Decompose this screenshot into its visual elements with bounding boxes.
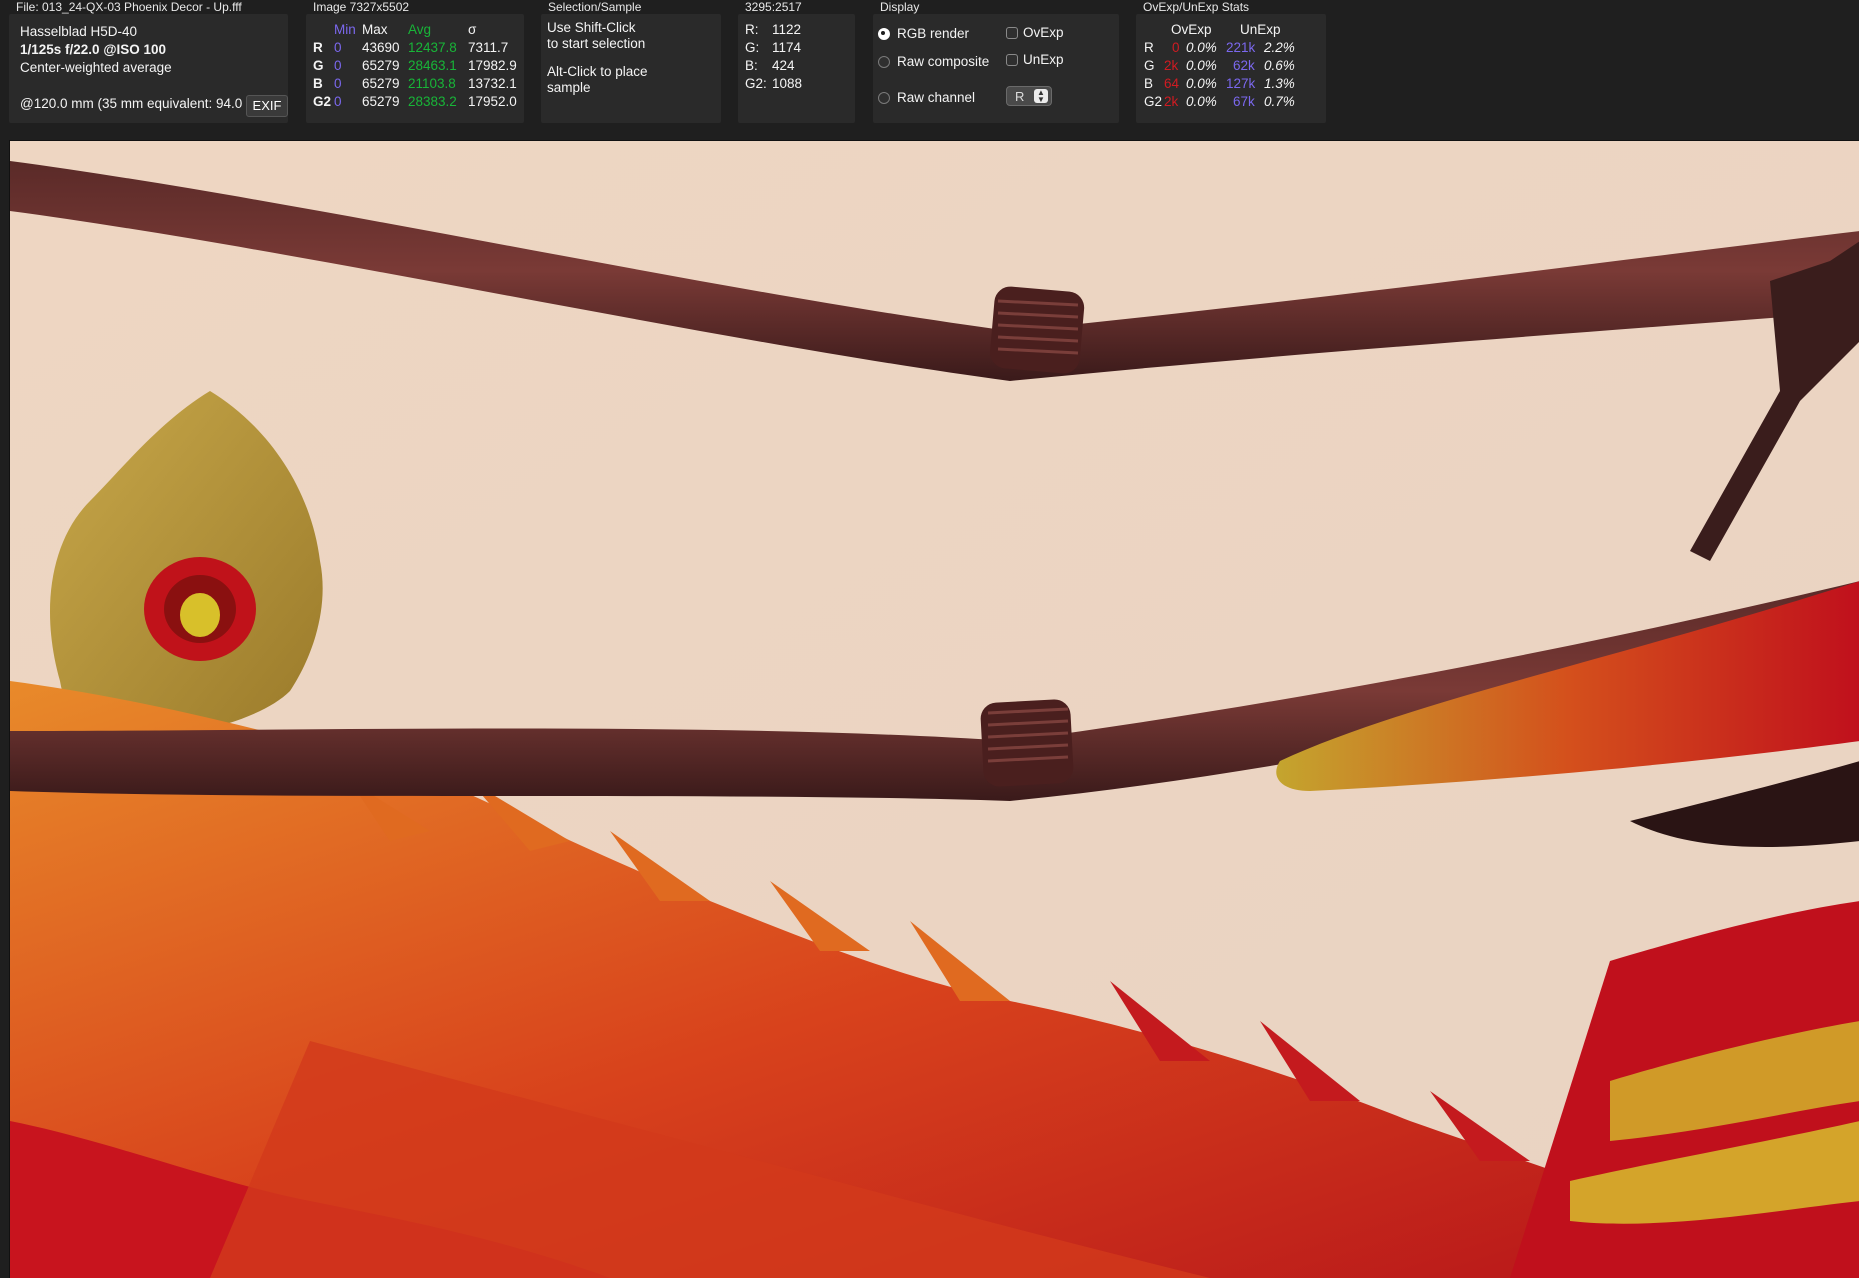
rgb-render-radio[interactable]: [878, 28, 890, 40]
avg-header: Avg: [408, 22, 432, 37]
raw-composite-label[interactable]: Raw composite: [897, 54, 989, 69]
max-value: 43690: [362, 40, 400, 55]
sample-label: G:: [745, 40, 760, 55]
raw-composite-radio[interactable]: [878, 56, 890, 68]
selection-hint-line: Use Shift-Click: [547, 20, 636, 35]
unexp-header: UnExp: [1240, 22, 1281, 37]
channel-label: R: [313, 40, 323, 55]
max-value: 65279: [362, 76, 400, 91]
metering-mode: Center-weighted average: [20, 60, 172, 75]
min-value: 0: [334, 94, 342, 109]
sample-value: 424: [772, 58, 795, 73]
ovexp-checkbox[interactable]: [1006, 27, 1018, 39]
un-percent: 0.7%: [1264, 94, 1295, 109]
avg-value: 28383.2: [408, 94, 457, 109]
avg-value: 28463.1: [408, 58, 457, 73]
selection-hint-line: to start selection: [547, 36, 646, 51]
channel-select-value: R: [1015, 89, 1025, 104]
ov-percent: 0.0%: [1186, 40, 1217, 55]
max-value: 65279: [362, 94, 400, 109]
un-count: 67k: [1233, 94, 1255, 109]
sample-label: G2:: [745, 76, 767, 91]
sigma-value: 17982.9: [468, 58, 517, 73]
sample-value: 1174: [772, 40, 802, 55]
channel-label: G: [313, 58, 324, 73]
stats-channel: R: [1144, 40, 1154, 55]
unexp-checkbox[interactable]: [1006, 54, 1018, 66]
unexp-label[interactable]: UnExp: [1023, 52, 1064, 67]
image-section-title: Image 7327x5502: [313, 0, 410, 14]
display-section-title: Display: [880, 0, 920, 14]
ov-percent: 0.0%: [1186, 76, 1217, 91]
channel-select[interactable]: R ▲ ▼: [1006, 86, 1052, 106]
stats-channel: B: [1144, 76, 1154, 91]
avg-value: 12437.8: [408, 40, 457, 55]
ov-percent: 0.0%: [1186, 58, 1217, 73]
sample-label: B:: [745, 58, 758, 73]
stats-channel: G: [1144, 58, 1155, 73]
image-stats-panel: Min Max Avg σ R 0 43690 12437.8 7311.7 G…: [306, 14, 524, 123]
sample-value: 1088: [772, 76, 803, 91]
file-section-title: File: 013_24-QX-03 Phoenix Decor - Up.ff…: [16, 0, 242, 14]
image-viewer[interactable]: [9, 140, 1859, 1278]
raw-channel-label[interactable]: Raw channel: [897, 90, 975, 105]
sigma-value: 17952.0: [468, 94, 517, 109]
max-value: 65279: [362, 58, 400, 73]
channel-label: B: [313, 76, 323, 91]
max-header: Max: [362, 22, 388, 37]
un-count: 127k: [1226, 76, 1256, 91]
sample-coords-title: 3295:2517: [745, 0, 802, 14]
un-count: 62k: [1233, 58, 1255, 73]
rgb-render-label[interactable]: RGB render: [897, 26, 969, 41]
ov-percent: 0.0%: [1186, 94, 1217, 109]
sample-values-panel: R: 1122 G: 1174 B: 424 G2: 1088: [738, 14, 855, 123]
un-percent: 2.2%: [1264, 40, 1295, 55]
min-header: Min: [334, 22, 356, 37]
selection-panel: Use Shift-Click to start selection Alt-C…: [541, 14, 721, 123]
un-percent: 0.6%: [1264, 58, 1295, 73]
ov-count: 2k: [1164, 94, 1179, 109]
min-value: 0: [334, 76, 342, 91]
ovexp-label[interactable]: OvExp: [1023, 25, 1064, 40]
un-percent: 1.3%: [1264, 76, 1295, 91]
phoenix-decor-photo: [10, 141, 1859, 1278]
ov-count: 0: [1172, 40, 1180, 55]
min-value: 0: [334, 58, 342, 73]
ov-count: 64: [1164, 76, 1180, 91]
stats-panel: OvExp UnExp R 0 0.0% 221k 2.2% G 2k 0.0%…: [1136, 14, 1326, 123]
un-count: 221k: [1226, 40, 1256, 55]
sigma-value: 7311.7: [468, 40, 509, 55]
exposure-settings: 1/125s f/22.0 @ISO 100: [20, 42, 167, 57]
selection-section-title: Selection/Sample: [548, 0, 642, 14]
raw-channel-radio[interactable]: [878, 92, 890, 104]
ovexp-header: OvExp: [1171, 22, 1212, 37]
min-value: 0: [334, 40, 342, 55]
camera-model: Hasselblad H5D-40: [20, 24, 138, 39]
exif-button[interactable]: EXIF: [246, 95, 288, 117]
sigma-header: σ: [468, 22, 477, 37]
sigma-value: 13732.1: [468, 76, 517, 91]
sample-value: 1122: [772, 22, 802, 37]
sample-hint-line: sample: [547, 80, 591, 95]
stats-channel: G2: [1144, 94, 1163, 109]
avg-value: 21103.8: [408, 76, 456, 91]
sample-label: R:: [745, 22, 759, 37]
ov-count: 2k: [1164, 58, 1179, 73]
sample-hint-line: Alt-Click to place: [547, 64, 648, 79]
stats-section-title: OvExp/UnExp Stats: [1143, 0, 1250, 14]
focal-length: @120.0 mm (35 mm equivalent: 94.0 mm): [20, 96, 256, 111]
chevron-updown-icon: ▲ ▼: [1034, 89, 1048, 104]
channel-label: G2: [313, 94, 332, 109]
